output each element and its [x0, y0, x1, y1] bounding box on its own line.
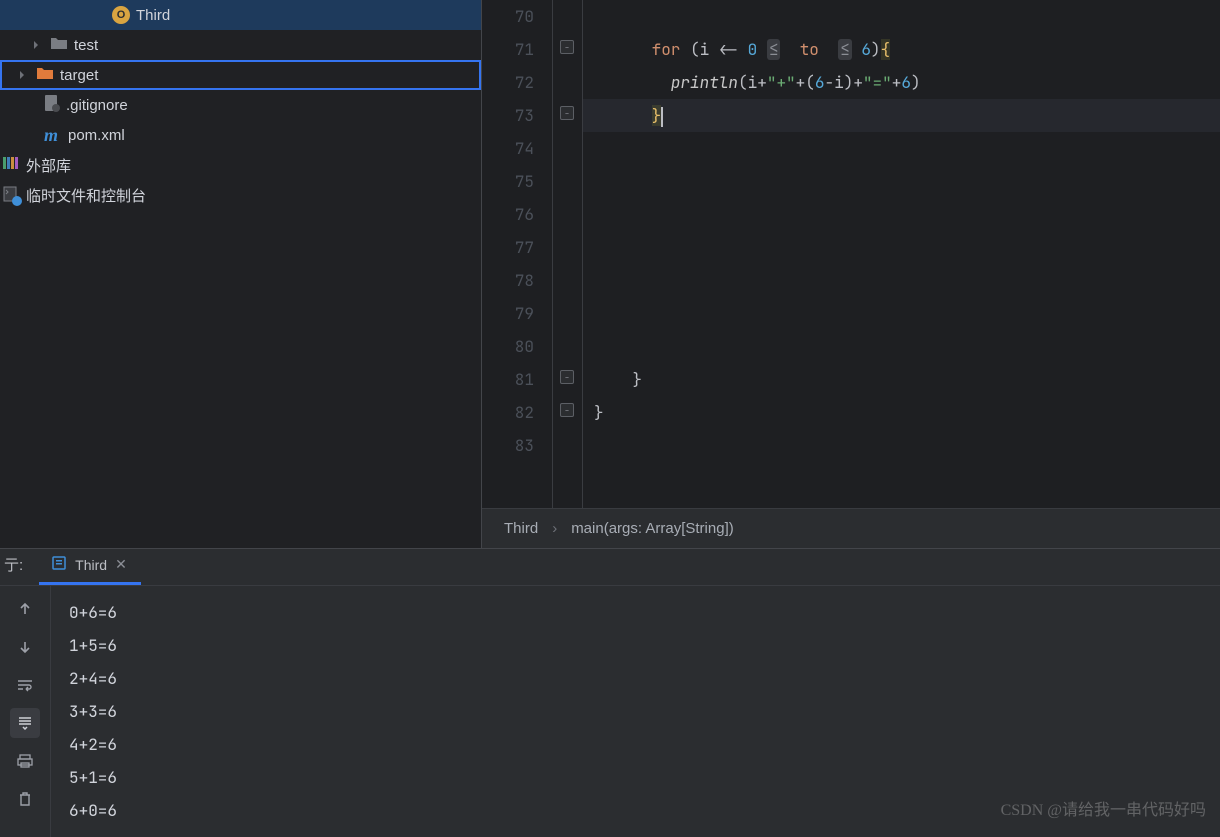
code-line: }	[582, 99, 1220, 132]
file-icon	[44, 94, 60, 116]
tree-item-pom[interactable]: m pom.xml	[0, 120, 481, 150]
fold-icon[interactable]: −	[560, 370, 574, 384]
close-icon[interactable]: ✕	[115, 556, 129, 573]
run-left-label: 亍:	[0, 554, 29, 585]
run-toolbar	[0, 586, 50, 837]
run-panel: 亍: Third ✕ 0+6=6 1+5=6 2+4=6 3+3=6 4+2=6…	[0, 548, 1220, 830]
run-tab-label: Third	[75, 557, 107, 573]
tree-item-gitignore[interactable]: .gitignore	[0, 90, 481, 120]
soft-wrap-button[interactable]	[10, 670, 40, 700]
chevron-right-icon: ›	[552, 520, 557, 537]
tree-item-label: 临时文件和控制台	[26, 185, 146, 206]
tree-item-test[interactable]: test	[0, 30, 481, 60]
chevron-right-icon	[28, 40, 44, 50]
breadcrumbs[interactable]: Third › main(args: Array[String])	[482, 508, 1220, 548]
console-line: 0+6=6	[69, 596, 1202, 629]
object-icon: O	[112, 6, 130, 24]
code-line	[582, 198, 1220, 231]
code-line	[582, 132, 1220, 165]
caret	[661, 107, 663, 127]
breadcrumb-item[interactable]: main(args: Array[String])	[571, 520, 734, 537]
console-line: 4+2=6	[69, 728, 1202, 761]
code-line	[582, 264, 1220, 297]
code-area[interactable]: for (i <- 0 ≤ to ≤ 6){ println(i+"+"+(6-…	[582, 0, 1220, 508]
chevron-right-icon	[14, 70, 30, 80]
code-line: println(i+"+"+(6-i)+"="+6)	[582, 66, 1220, 99]
code-line	[582, 297, 1220, 330]
project-tree[interactable]: O Third test target .gitignore m pom.xml…	[0, 0, 482, 548]
fold-column[interactable]: − − − −	[552, 0, 582, 508]
scratches-consoles[interactable]: 临时文件和控制台	[0, 180, 481, 210]
scroll-up-button[interactable]	[10, 594, 40, 624]
tree-item-label: Third	[136, 7, 170, 24]
console-output[interactable]: 0+6=6 1+5=6 2+4=6 3+3=6 4+2=6 5+1=6 6+0=…	[50, 586, 1220, 837]
run-config-icon	[51, 555, 67, 574]
editor: 70 71 72 73 74 75 76 77 78 79 80 81 82 8…	[482, 0, 1220, 548]
console-line: 6+0=6	[69, 794, 1202, 827]
fold-icon[interactable]: −	[560, 106, 574, 120]
fold-icon[interactable]: −	[560, 40, 574, 54]
code-line	[582, 231, 1220, 264]
scratch-icon	[2, 186, 20, 204]
code-line: for (i <- 0 ≤ to ≤ 6){	[582, 33, 1220, 66]
external-libraries[interactable]: 外部库	[0, 150, 481, 180]
scroll-down-button[interactable]	[10, 632, 40, 662]
maven-icon: m	[44, 125, 62, 146]
code-line	[582, 429, 1220, 462]
code-line	[582, 330, 1220, 363]
fold-icon[interactable]: −	[560, 403, 574, 417]
tree-item-label: .gitignore	[66, 97, 128, 114]
clear-button[interactable]	[10, 784, 40, 814]
console-line: 3+3=6	[69, 695, 1202, 728]
console-line: 1+5=6	[69, 629, 1202, 662]
library-icon	[2, 154, 20, 176]
run-tab-third[interactable]: Third ✕	[39, 549, 141, 585]
code-line	[582, 165, 1220, 198]
folder-icon	[50, 36, 68, 54]
console-line: 5+1=6	[69, 761, 1202, 794]
line-gutter[interactable]: 70 71 72 73 74 75 76 77 78 79 80 81 82 8…	[482, 0, 552, 508]
code-line: }	[582, 363, 1220, 396]
code-line: }	[582, 396, 1220, 429]
folder-icon	[36, 66, 54, 84]
tree-item-label: 外部库	[26, 155, 71, 176]
tree-item-label: test	[74, 37, 98, 54]
scroll-to-end-button[interactable]	[10, 708, 40, 738]
tree-item-label: target	[60, 67, 98, 84]
breadcrumb-item[interactable]: Third	[504, 520, 538, 537]
tree-item-label: pom.xml	[68, 127, 125, 144]
print-button[interactable]	[10, 746, 40, 776]
code-line	[582, 0, 1220, 33]
console-line: 2+4=6	[69, 662, 1202, 695]
tree-item-third[interactable]: O Third	[0, 0, 481, 30]
tree-item-target[interactable]: target	[0, 60, 481, 90]
